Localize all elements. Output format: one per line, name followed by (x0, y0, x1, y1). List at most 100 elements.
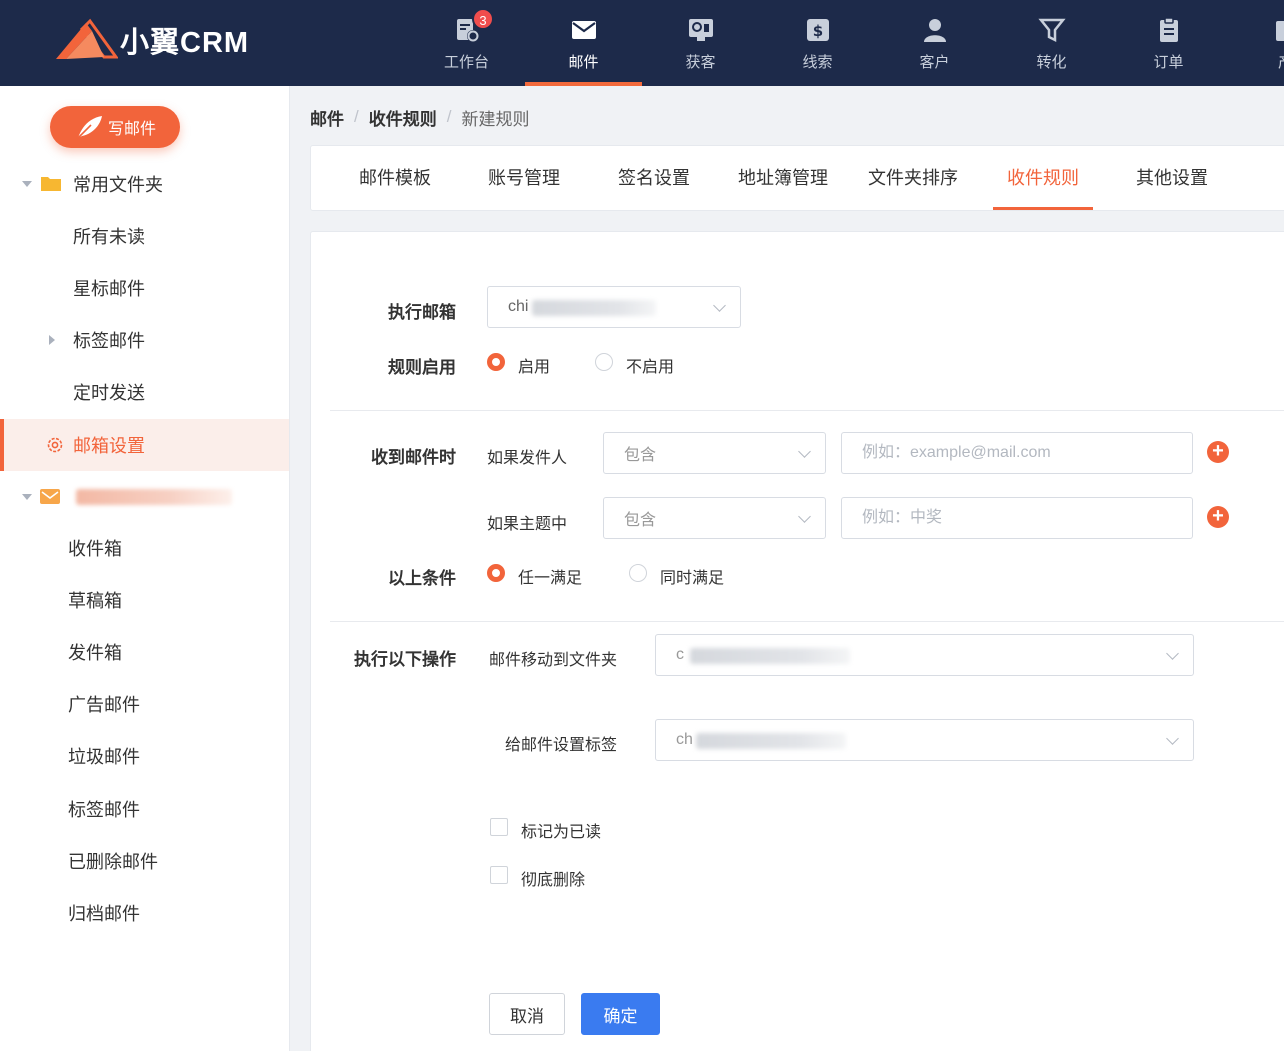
breadcrumb-receive-rules[interactable]: 收件规则 (369, 105, 437, 130)
move-to-folder-select[interactable]: c (655, 634, 1194, 676)
nav-item-mail[interactable]: 邮件 (525, 0, 642, 86)
funnel-icon (1037, 18, 1066, 43)
common-folder-label: 常用文件夹 (73, 175, 163, 195)
nav-item-product[interactable]: 产 (1227, 0, 1284, 86)
nav-label: 工作台 (443, 54, 489, 71)
nav-item-workbench[interactable]: 3 工作台 (408, 0, 525, 86)
nav-item-leads[interactable]: $ 线索 (759, 0, 876, 86)
gear-icon (47, 437, 63, 453)
app-logo[interactable]: 小翼CRM (52, 14, 249, 66)
mailbox-account-group[interactable] (0, 471, 289, 523)
sidebar-item-ads[interactable]: 广告邮件 (0, 678, 289, 730)
exec-mailbox-value: chi (508, 298, 529, 315)
collapse-caret-icon[interactable] (22, 494, 32, 500)
actions-label: 执行以下操作 (354, 650, 456, 669)
sidebar-item-deleted[interactable]: 已删除邮件 (0, 835, 289, 887)
condition-any-label[interactable]: 任一满足 (518, 564, 582, 588)
tab-address-book[interactable]: 地址簿管理 (738, 146, 828, 210)
collapse-caret-icon[interactable] (22, 181, 32, 187)
condition-all-label[interactable]: 同时满足 (660, 564, 724, 588)
sidebar-item-starred[interactable]: 星标邮件 (0, 262, 289, 314)
set-tag-select[interactable]: ch (655, 719, 1194, 761)
redacted-folder (690, 648, 850, 664)
nav-item-order[interactable]: 订单 (1110, 0, 1227, 86)
condition-all-radio[interactable] (629, 564, 647, 582)
tab-other-settings[interactable]: 其他设置 (1136, 146, 1208, 210)
folder-icon (41, 177, 61, 191)
add-sender-condition-button[interactable]: + (1207, 441, 1229, 463)
sidebar-item-drafts[interactable]: 草稿箱 (0, 574, 289, 626)
sidebar-item-label: 已删除邮件 (68, 852, 158, 872)
conditions-label: 以上条件 (388, 569, 456, 588)
tab-signature-settings[interactable]: 签名设置 (618, 146, 690, 210)
sidebar-item-outbox[interactable]: 发件箱 (0, 626, 289, 678)
sidebar-item-spam[interactable]: 垃圾邮件 (0, 730, 289, 782)
breadcrumb-mail[interactable]: 邮件 (310, 105, 344, 130)
write-mail-label: 写邮件 (107, 121, 156, 138)
breadcrumb-separator: / (354, 107, 359, 126)
sidebar-item-archive[interactable]: 归档邮件 (0, 887, 289, 939)
redacted-account-name (76, 489, 232, 505)
sidebar-item-tagged[interactable]: 标签邮件 (0, 314, 289, 366)
sidebar-item-label: 星标邮件 (73, 279, 145, 299)
subject-operator-value: 包含 (624, 512, 657, 529)
sidebar-item-label: 定时发送 (73, 383, 145, 403)
expand-caret-icon[interactable] (49, 335, 55, 345)
cancel-button[interactable]: 取消 (489, 993, 565, 1035)
section-divider (330, 621, 1284, 622)
delete-forever-label[interactable]: 彻底删除 (521, 866, 585, 890)
sidebar-item-tag-mail[interactable]: 标签邮件 (0, 783, 289, 835)
sender-operator-select[interactable]: 包含 (603, 432, 826, 474)
tab-mail-templates[interactable]: 邮件模板 (359, 146, 431, 210)
nav-label: 邮件 (568, 54, 599, 71)
logo-text: 小翼CRM (120, 27, 250, 59)
write-mail-button[interactable]: 写邮件 (50, 106, 180, 148)
set-tag-label: 给邮件设置标签 (505, 737, 618, 754)
sidebar-item-scheduled[interactable]: 定时发送 (0, 366, 289, 418)
on-receive-label: 收到邮件时 (371, 448, 456, 467)
nav-item-conversion[interactable]: 转化 (993, 0, 1110, 86)
nav-label: 转化 (1036, 54, 1067, 71)
sidebar-item-label: 垃圾邮件 (68, 747, 140, 767)
product-icon (1275, 21, 1284, 41)
rule-enable-label: 规则启用 (388, 358, 456, 377)
acquire-icon (688, 19, 713, 41)
exec-mailbox-select[interactable]: chi (487, 286, 741, 328)
sender-condition-input[interactable] (841, 432, 1193, 474)
sidebar-item-unread[interactable]: 所有未读 (0, 210, 289, 262)
enable-radio-off-label[interactable]: 不启用 (626, 353, 674, 377)
enable-radio-on-label[interactable]: 启用 (518, 353, 550, 377)
delete-forever-checkbox[interactable] (490, 866, 508, 884)
sidebar-item-label: 所有未读 (73, 227, 145, 247)
logo-icon (56, 18, 118, 59)
if-subject-label: 如果主题中 (487, 516, 568, 533)
common-folder-group[interactable]: 常用文件夹 (0, 158, 289, 210)
nav-label: 产 (1227, 51, 1284, 72)
confirm-button[interactable]: 确定 (581, 993, 660, 1035)
sidebar-item-label: 邮箱设置 (73, 436, 145, 456)
sidebar-item-mailbox-settings[interactable]: 邮箱设置 (0, 419, 289, 471)
section-divider (330, 410, 1284, 411)
mark-read-checkbox[interactable] (490, 818, 508, 836)
move-to-folder-value: c (676, 646, 684, 663)
nav-label: 客户 (919, 54, 950, 71)
customer-icon (923, 19, 946, 42)
tab-receive-rules[interactable]: 收件规则 (993, 146, 1093, 210)
redacted-mailbox (532, 300, 656, 316)
sidebar-item-label: 标签邮件 (73, 331, 145, 351)
add-subject-condition-button[interactable]: + (1207, 506, 1229, 528)
enable-radio-off[interactable] (595, 353, 613, 371)
condition-any-radio[interactable] (487, 564, 505, 582)
nav-item-customer[interactable]: 客户 (876, 0, 993, 86)
sidebar-item-inbox[interactable]: 收件箱 (0, 522, 289, 574)
nav-label: 订单 (1153, 54, 1184, 71)
subject-condition-input[interactable] (841, 497, 1193, 539)
mark-read-label[interactable]: 标记为已读 (521, 818, 601, 842)
tab-folder-sort[interactable]: 文件夹排序 (868, 146, 958, 210)
subject-operator-select[interactable]: 包含 (603, 497, 826, 539)
sidebar-item-label: 标签邮件 (68, 800, 140, 820)
enable-radio-on[interactable] (487, 353, 505, 371)
sender-operator-value: 包含 (624, 447, 657, 464)
tab-account-management[interactable]: 账号管理 (488, 146, 560, 210)
nav-item-acquire[interactable]: 获客 (642, 0, 759, 86)
